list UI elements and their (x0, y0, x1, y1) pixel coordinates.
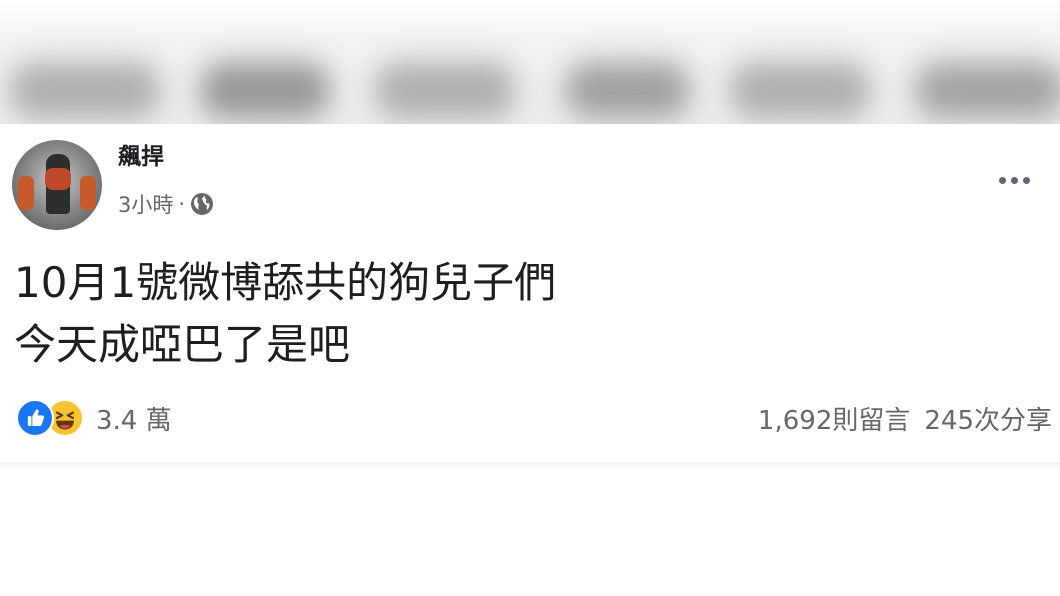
blurred-previous-content (0, 0, 1060, 124)
screenshot-stage: 飆捍 3小時 · 10月1號微博舔共的狗兒子們 今天成啞巴了是吧 3.4 萬 1… (0, 0, 1060, 596)
post-time[interactable]: 3小時 (118, 189, 173, 219)
meta-separator: · (178, 192, 186, 216)
blurred-block (200, 62, 330, 118)
more-dot (1010, 176, 1018, 184)
author-avatar[interactable] (12, 140, 102, 230)
post-content: 10月1號微博舔共的狗兒子們 今天成啞巴了是吧 (14, 252, 1034, 376)
avatar-face (45, 168, 71, 190)
more-dot (1022, 176, 1030, 184)
reactions-summary[interactable]: 3.4 萬 (16, 398, 172, 438)
reaction-count: 3.4 萬 (96, 405, 172, 436)
blurred-block (375, 62, 515, 118)
post-content-line: 今天成啞巴了是吧 (14, 320, 351, 369)
post-meta: 3小時 · (118, 190, 214, 218)
like-icon (16, 399, 54, 437)
card-bottom-shadow (0, 462, 1060, 472)
avatar-detail (80, 176, 96, 210)
blurred-block (730, 62, 870, 118)
globe-icon[interactable] (190, 192, 214, 216)
facebook-post: 飆捍 3小時 · 10月1號微博舔共的狗兒子們 今天成啞巴了是吧 3.4 萬 1… (0, 124, 1060, 462)
blurred-block (10, 62, 160, 118)
blurred-block (565, 62, 690, 118)
post-stats: 1,692則留言 245次分享 (758, 400, 1052, 436)
more-options-icon[interactable] (990, 168, 1038, 192)
blurred-block (915, 62, 1060, 118)
comment-count[interactable]: 1,692則留言 (758, 400, 910, 437)
share-count[interactable]: 245次分享 (924, 400, 1052, 437)
more-dot (998, 176, 1006, 184)
post-content-line: 10月1號微博舔共的狗兒子們 (14, 258, 557, 307)
author-name[interactable]: 飆捍 (118, 142, 164, 172)
avatar-detail (18, 176, 34, 210)
